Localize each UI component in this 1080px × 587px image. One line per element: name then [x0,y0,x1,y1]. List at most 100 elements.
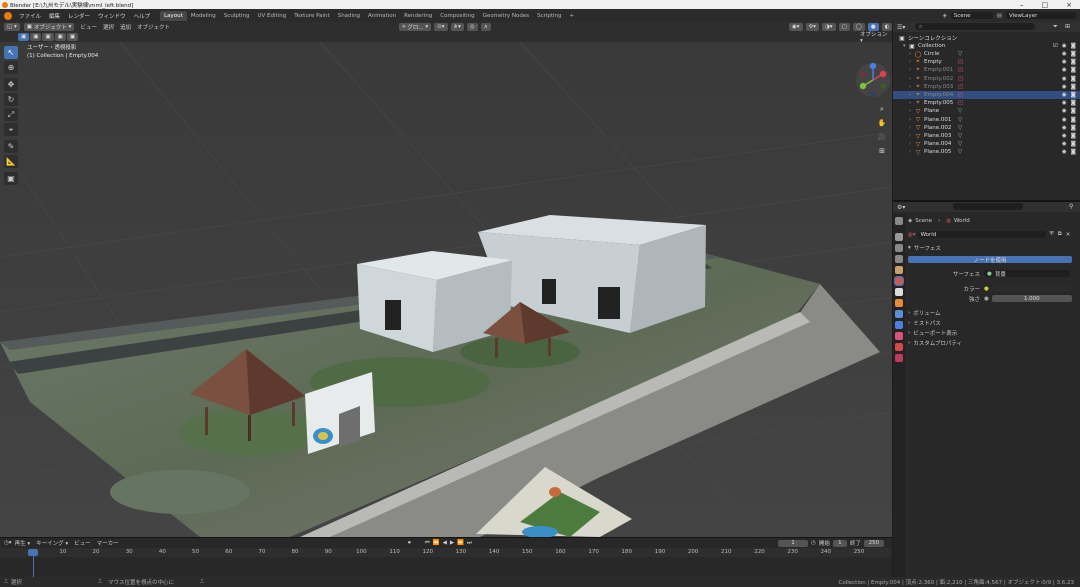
view-layer-tab-icon[interactable] [895,255,903,263]
menu-help[interactable]: ヘルプ [130,12,155,20]
camera-icon[interactable]: ◙ [1071,117,1076,123]
outliner-item[interactable]: › ⌖ Empty.001 ◰ ◉ ◙ [893,66,1080,74]
outliner-item[interactable]: › ⌖ Empty.004 ◰ ◉ ◙ [893,91,1080,99]
outliner-item[interactable]: › ▽ Plane.001 ▽ ◉ ◙ [893,116,1080,124]
outliner-item[interactable]: › ▽ Plane.003 ▽ ◉ ◙ [893,132,1080,140]
outliner-item[interactable]: › ▽ Plane.002 ▽ ◉ ◙ [893,124,1080,132]
output-tab-icon[interactable] [895,244,903,252]
outliner-editor-type-icon[interactable]: ☰▾ [897,24,905,31]
menu-view[interactable]: ビュー [80,23,97,31]
add-workspace-button[interactable]: + [566,11,579,21]
surface-shader-selector[interactable]: ● 背景 [984,270,1070,278]
camera-icon[interactable]: ◙ [1071,125,1076,131]
eye-icon[interactable]: ◉ [1062,117,1067,123]
select-subtract-icon[interactable]: ▣ [42,33,54,41]
properties-editor-type-icon[interactable]: ⚙▾ [897,204,905,211]
xray-icon[interactable]: ▢ [838,23,850,31]
modifiers-tab-icon[interactable] [895,310,903,318]
ortho-grid-icon[interactable]: ⊞ [877,146,887,156]
playhead[interactable] [28,549,38,556]
camera-icon[interactable]: ◙ [1071,59,1076,65]
overlay-icon[interactable]: ◑▾ [821,23,836,31]
tool-tab-icon[interactable] [895,217,903,225]
tab-geometry-nodes[interactable]: Geometry Nodes [479,11,533,21]
outliner-item[interactable]: › ▽ Plane.005 ▽ ◉ ◙ [893,148,1080,156]
eye-icon[interactable]: ◉ [1062,67,1067,73]
camera-icon[interactable]: ◙ [1071,149,1076,155]
outliner-item[interactable]: › ▽ Plane ▽ ◉ ◙ [893,107,1080,115]
object-tab-icon[interactable] [895,299,903,307]
gizmo-icon[interactable]: ✣▾ [805,23,819,31]
eye-icon[interactable]: ◉ [1062,84,1067,90]
editor-type-button[interactable]: ◱ ▾ [4,23,20,31]
play-icon[interactable]: ▶ [450,540,454,546]
timeline-menu-keying[interactable]: キーイング ▾ [36,539,68,547]
measure-tool-icon[interactable]: 📐 [4,155,18,168]
stopwatch-icon[interactable]: ◷ [811,540,816,546]
timeline-editor[interactable]: ◷▾ 再生 ▾ キーイング ▾ ビュー マーカー ⏺ ⏮ ⏪ ◀ ▶ ⏩ ⏭ 1… [0,537,892,577]
render-tab-icon[interactable] [895,233,903,241]
surface-panel-header[interactable]: ▾ サーフェス [908,243,1076,252]
3d-viewport[interactable]: ◱ ▾ ▣ オブジェクト ▾ ビュー 選択 追加 オブジェクト ⟡ グロ... ▾… [0,22,892,537]
outliner-item[interactable]: › ⌖ Empty ◰ ◉ ◙ [893,58,1080,66]
close-icon[interactable]: × [1066,1,1072,9]
outliner-scene-collection[interactable]: ▣ シーンコレクション [893,34,1080,43]
maximize-icon[interactable]: □ [1042,1,1049,9]
collection-tab-icon[interactable] [895,288,903,296]
zoom-icon[interactable]: ⌕ [877,104,887,114]
outliner-item[interactable]: › ▽ Plane.004 ▽ ◉ ◙ [893,140,1080,148]
camera-icon[interactable]: ◙ [1071,76,1076,82]
current-frame-field[interactable]: 1 [778,539,808,547]
options-button[interactable]: オプション ▾ [860,30,888,44]
tab-compositing[interactable]: Compositing [436,11,478,21]
rotate-tool-icon[interactable]: ↻ [4,93,18,106]
snap-icon[interactable]: ⋔▾ [450,23,464,31]
end-frame-field[interactable]: 250 [863,539,884,547]
data-tab-icon[interactable] [895,343,903,351]
camera-icon[interactable]: ◙ [1071,92,1076,98]
timeline-ruler[interactable]: 1102030405060708090100110120130140150160… [0,548,892,557]
tab-texture-paint[interactable]: Texture Paint [290,11,334,21]
menu-file[interactable]: ファイル [15,12,45,20]
timeline-menu-playback[interactable]: 再生 ▾ [15,539,31,547]
tab-scripting[interactable]: Scripting [533,11,565,21]
outliner-item[interactable]: › ⌖ Empty.005 ◰ ◉ ◙ [893,99,1080,107]
jump-start-icon[interactable]: ⏮ [425,540,430,547]
scene-selector[interactable]: Scene [950,12,993,19]
fake-user-icon[interactable]: ⛨ [1050,231,1054,238]
start-frame-field[interactable]: 1 [832,539,847,547]
eye-icon[interactable]: ◉ [1062,141,1067,147]
camera-icon[interactable]: ◙ [1071,133,1076,139]
eye-icon[interactable]: ◉ [1062,51,1067,57]
visibility-icon[interactable]: ◉▾ [789,23,803,31]
camera-icon[interactable]: ◙ [1071,100,1076,106]
menu-select[interactable]: 選択 [103,23,114,31]
timeline-editor-type-icon[interactable]: ◷▾ [4,540,12,546]
menu-object[interactable]: オブジェクト [137,23,170,31]
viewport-display-panel-header[interactable]: › ビューポート表示 [908,328,1076,337]
transform-orientation-selector[interactable]: ⟡ グロ... ▾ [399,23,432,31]
unlink-icon[interactable]: ✕ [1066,232,1071,238]
select-invert-icon[interactable]: ▣ [54,33,66,41]
prev-key-icon[interactable]: ⏪ [433,540,440,546]
next-key-icon[interactable]: ⏩ [457,540,464,546]
camera-icon[interactable]: ◙ [1071,51,1076,57]
pivot-icon[interactable]: ⊙▾ [434,23,448,31]
use-nodes-button[interactable]: ノードを使用 [908,256,1072,264]
texture-tab-icon[interactable] [895,354,903,362]
camera-icon[interactable]: ◙ [1071,43,1076,49]
world-tab-icon[interactable] [894,276,904,286]
eye-icon[interactable]: ◉ [1062,43,1067,49]
mist-panel-header[interactable]: › ミストパス [908,318,1076,327]
camera-icon[interactable]: ◙ [1071,141,1076,147]
menu-edit[interactable]: 編集 [45,12,64,20]
eye-icon[interactable]: ◉ [1062,108,1067,114]
camera-icon[interactable]: ◙ [1071,108,1076,114]
timeline-menu-view[interactable]: ビュー [74,539,91,547]
menu-render[interactable]: レンダー [64,12,94,20]
blender-menu-icon[interactable] [4,11,12,20]
minimize-icon[interactable]: – [1020,1,1024,9]
eye-icon[interactable]: ◉ [1062,125,1067,131]
eye-icon[interactable]: ◉ [1062,149,1067,155]
scene-tab-icon[interactable] [895,266,903,274]
